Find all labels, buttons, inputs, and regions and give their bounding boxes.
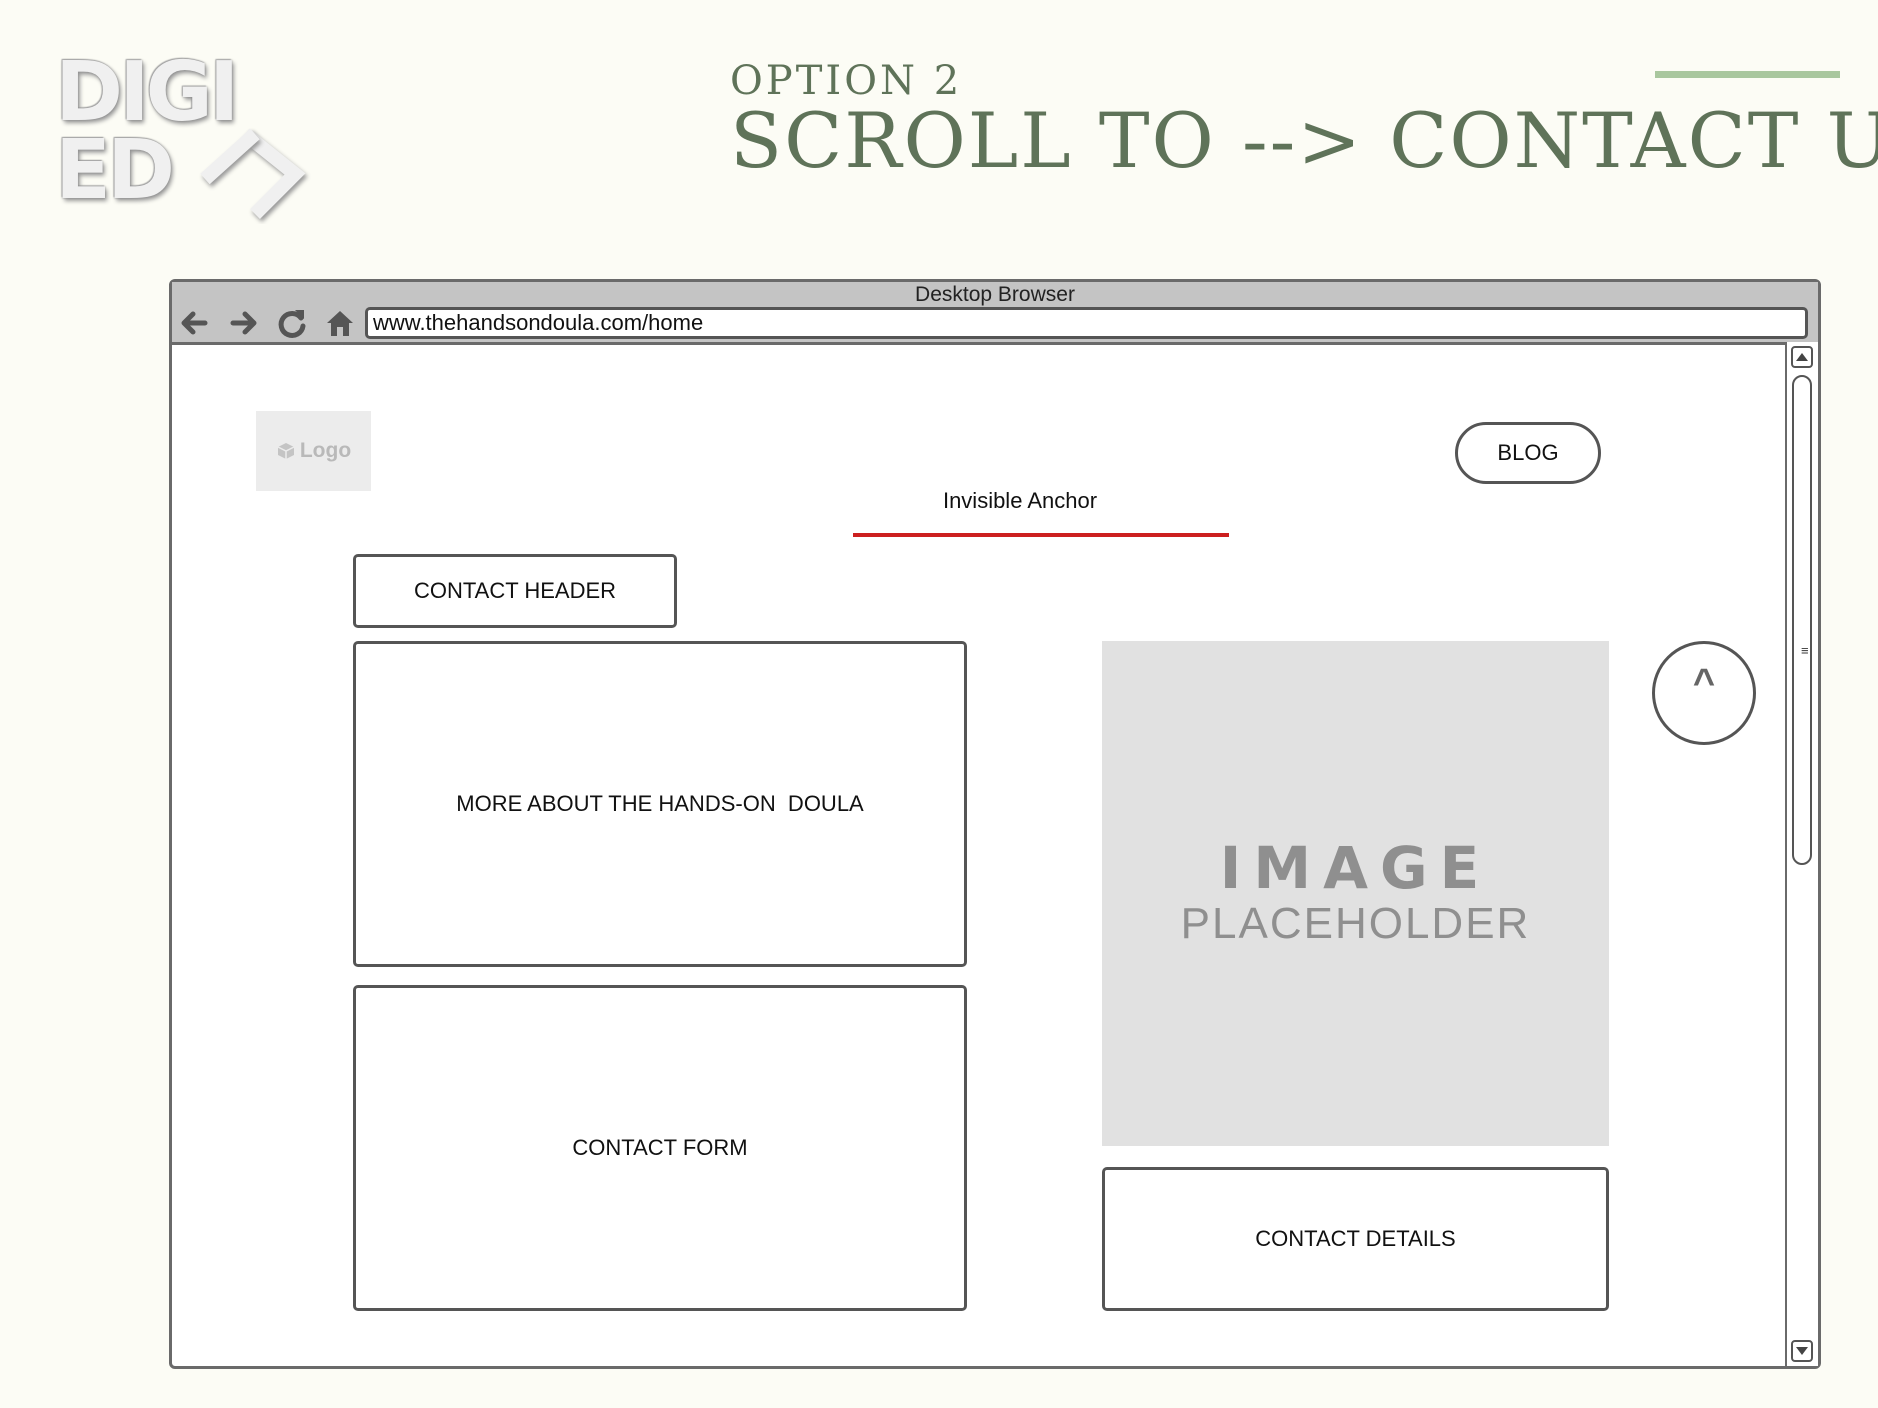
contact-details-box: CONTACT DETAILS [1102, 1167, 1609, 1311]
back-to-top-button[interactable]: ^ [1652, 641, 1756, 745]
contact-form-box[interactable]: CONTACT FORM [353, 985, 967, 1311]
invisible-anchor-label: Invisible Anchor [942, 488, 1098, 513]
image-placeholder-line2: PLACEHOLDER [1180, 898, 1531, 948]
more-about-box: MORE ABOUT THE HANDS-ON DOULA [353, 641, 967, 967]
contact-header-box: CONTACT HEADER [353, 554, 677, 628]
more-about-label: MORE ABOUT THE HANDS-ON DOULA [456, 791, 864, 816]
brand-logo: DIGI ED [55, 52, 306, 219]
scroll-down-button[interactable] [1791, 1340, 1813, 1362]
refresh-icon[interactable] [275, 306, 309, 340]
scroll-grip-icon: ≡ [1801, 643, 1809, 658]
scroll-up-icon [1796, 353, 1808, 361]
scroll-thumb[interactable]: ≡ [1792, 375, 1812, 865]
back-arrow-icon[interactable] [177, 306, 211, 340]
browser-window-title: Desktop Browser [915, 283, 1075, 306]
brand-logo-line2: ED [55, 123, 175, 218]
site-logo-placeholder[interactable]: Logo [256, 411, 371, 491]
cube-icon [277, 443, 295, 459]
browser-window: Desktop Browser www.thehandsondoula.com/… [169, 279, 1821, 1369]
slide-title: SCROLL TO --> CONTACT US [730, 96, 1878, 185]
brand-chevron-icon [200, 128, 306, 219]
forward-arrow-icon[interactable] [227, 306, 261, 340]
image-placeholder: IMAGE PLACEHOLDER [1102, 641, 1609, 1146]
scroll-up-button[interactable] [1791, 346, 1813, 368]
scroll-down-icon [1796, 1347, 1808, 1355]
site-logo-label: Logo [299, 439, 352, 462]
invisible-anchor-line [853, 533, 1229, 537]
vertical-scrollbar[interactable]: ≡ [1785, 342, 1818, 1366]
image-placeholder-line1: IMAGE [1219, 833, 1492, 902]
url-bar[interactable]: www.thehandsondoula.com/home [365, 307, 1808, 339]
blog-button[interactable]: BLOG [1455, 422, 1601, 484]
home-icon[interactable] [323, 306, 357, 340]
browser-toolbar: Desktop Browser www.thehandsondoula.com/… [172, 282, 1818, 345]
accent-line [1655, 71, 1840, 78]
